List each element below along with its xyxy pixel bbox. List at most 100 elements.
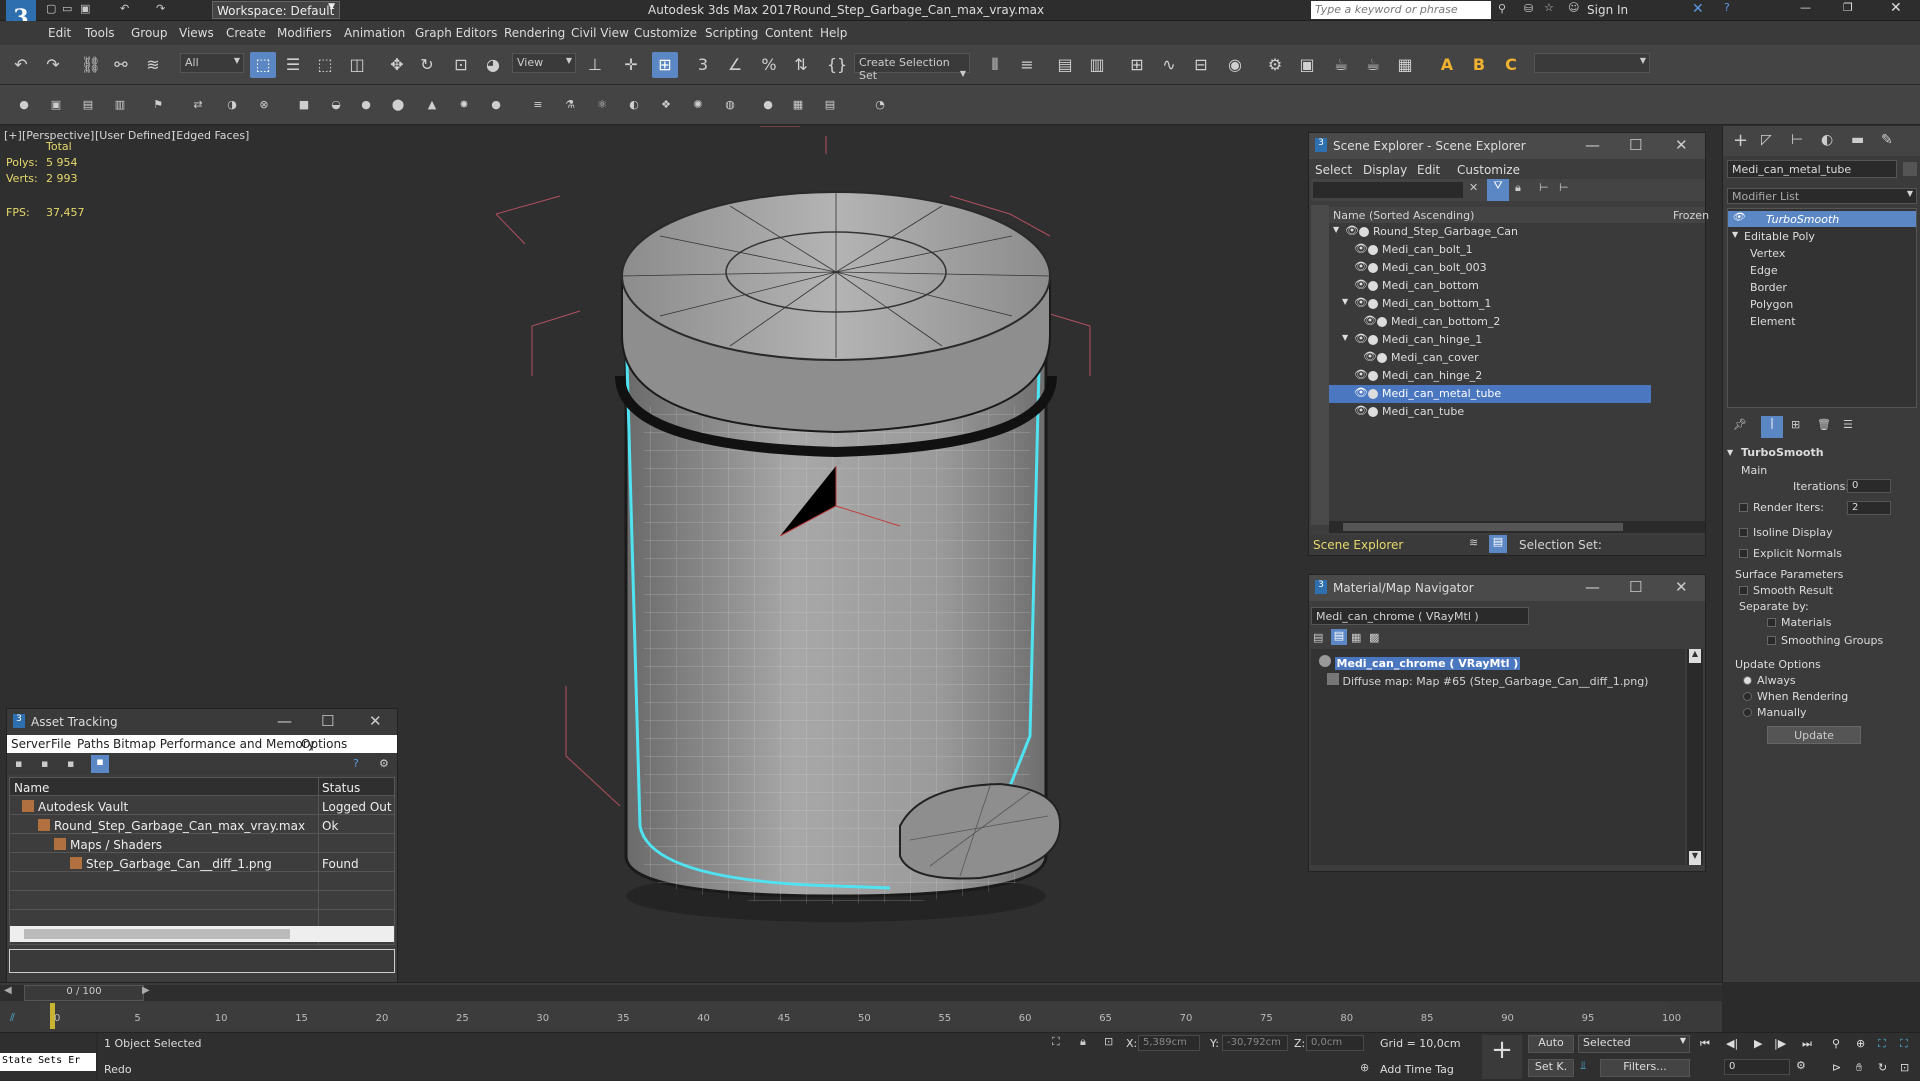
asset-col-name[interactable]: Name (14, 781, 49, 795)
filters-button[interactable]: Filters... (1600, 1059, 1690, 1077)
asset-menu-paths[interactable]: Paths (77, 737, 110, 751)
menu-civil-view[interactable]: Civil View (571, 26, 629, 40)
asset-path-field[interactable] (9, 949, 395, 973)
toolbar2-icon-18[interactable]: ⚛ (594, 97, 610, 113)
toolbar2-icon-8[interactable]: ⊗ (256, 97, 272, 113)
manually-radio[interactable] (1743, 708, 1752, 717)
rotate-icon[interactable]: ↻ (414, 52, 440, 78)
scene-menu-edit[interactable]: Edit (1417, 163, 1440, 177)
scene-search-input[interactable] (1313, 182, 1463, 198)
toolbar2-icon-2[interactable]: ▣ (48, 97, 64, 113)
menu-tools[interactable]: Tools (85, 26, 115, 40)
scene-explorer-title-bar[interactable]: 3 Scene Explorer - Scene Explorer — ☐ ✕ (1309, 133, 1705, 159)
toolbar2-icon-16[interactable]: ≡ (530, 97, 546, 113)
scene-item[interactable]: 👁︎ Medi_can_metal_tube (1329, 385, 1651, 403)
toolbar2-icon-11[interactable]: ● (358, 97, 374, 113)
pin-stack-icon[interactable]: 📌︎ (1733, 418, 1747, 431)
iterations-spinner[interactable]: 0 (1847, 479, 1891, 493)
expand-triangle-icon[interactable]: ▼ (1732, 230, 1738, 239)
modify-tab-icon[interactable]: ◸ (1761, 132, 1772, 148)
toolbar2-icon-1[interactable]: ● (16, 97, 32, 113)
asset-hscrollbar[interactable] (10, 926, 394, 942)
update-button[interactable]: Update (1767, 726, 1861, 744)
rendered-frame-icon[interactable]: ▣ (1294, 52, 1320, 78)
workspace-dropdown[interactable]: Workspace: Default ▼ (212, 1, 340, 19)
auto-key-button[interactable]: Auto (1528, 1035, 1574, 1053)
asset-menu-bitmap-performance-and-memory[interactable]: Bitmap Performance and Memory (113, 737, 315, 751)
asset-row[interactable]: Step_Garbage_Can__diff_1.png Found (10, 854, 394, 872)
key-filter-dropdown[interactable]: Selected ▼ (1578, 1035, 1690, 1053)
modifier-stack-item[interactable]: Border (1728, 279, 1916, 295)
modifier-eye-icon[interactable]: 👁︎ (1732, 212, 1745, 223)
asset-menu-server[interactable]: Server (11, 737, 50, 751)
select-by-name-icon[interactable]: ☰ (280, 52, 306, 78)
expand-triangle-icon[interactable]: ▼ (1342, 333, 1348, 342)
selection-set-dropdown[interactable]: Create Selection Set ▼ (854, 53, 970, 82)
maximize-icon[interactable]: ☐ (1629, 136, 1642, 154)
asset-row[interactable]: Autodesk Vault Logged Out ( (10, 797, 394, 815)
previous-frame-icon[interactable]: ◀| (1726, 1037, 1738, 1050)
asset-settings-icon[interactable]: ⚙ (379, 757, 389, 770)
rollout-toggle-icon[interactable]: ▼ (1727, 448, 1733, 457)
visibility-eye-icon[interactable]: 👁︎ (1354, 296, 1368, 309)
scrollbar-thumb[interactable] (24, 929, 290, 939)
scene-item[interactable]: 👁︎ Medi_can_bolt_003 (1329, 259, 1705, 277)
toolbar2-icon-23[interactable]: ● (760, 97, 776, 113)
render-toggle-icon[interactable] (1377, 317, 1387, 327)
select-manipulate-icon[interactable]: ✛ (618, 52, 644, 78)
modifier-stack-item[interactable]: ▼ Editable Poly (1728, 228, 1916, 244)
menu-content[interactable]: Content (765, 26, 813, 40)
menu-edit[interactable]: Edit (48, 26, 71, 40)
scene-menu-display[interactable]: Display (1363, 163, 1407, 177)
scene-item[interactable]: 👁︎ Medi_can_tube (1329, 403, 1705, 421)
track-bar-icon[interactable]: ⫽ (10, 1011, 15, 1025)
column-frozen-header[interactable]: Frozen (1673, 209, 1709, 222)
new-file-icon[interactable]: ▢ (46, 2, 56, 15)
save-file-icon[interactable]: ▣ (80, 2, 90, 15)
menu-help[interactable]: Help (820, 26, 847, 40)
undo-icon[interactable]: ↶ (120, 2, 129, 15)
spinner-snap-icon[interactable]: ⇅ (788, 52, 814, 78)
material-navigator-title-bar[interactable]: 3 Material/Map Navigator — ☐ ✕ (1309, 575, 1705, 601)
prev-frame-icon[interactable]: ◀ (4, 985, 12, 996)
toolbar2-icon-20[interactable]: ❖ (658, 97, 674, 113)
hierarchy-tab-icon[interactable]: ⊢ (1791, 132, 1803, 148)
render-toggle-icon[interactable] (1368, 389, 1378, 399)
lock-icon[interactable]: 🔒︎ (1515, 181, 1521, 195)
visibility-eye-icon[interactable]: 👁︎ (1345, 224, 1359, 237)
modifier-stack-item[interactable]: Element (1728, 313, 1916, 329)
modifier-stack-item[interactable]: Edge (1728, 262, 1916, 278)
close-icon[interactable]: ✕ (1675, 578, 1688, 596)
scene-item[interactable]: 👁︎ Medi_can_hinge_2 (1329, 367, 1705, 385)
asset-btn-1-icon[interactable]: ▪ (15, 757, 22, 770)
modifier-list-dropdown[interactable]: Modifier List ▼ (1727, 188, 1917, 204)
toolbar2-icon-5[interactable]: ⚑ (150, 97, 166, 113)
utilities-tab-icon[interactable]: ✎ (1881, 132, 1893, 148)
isolate-icon[interactable]: ⛶ (1052, 1035, 1060, 1049)
scene-explorer-footer-label[interactable]: Scene Explorer (1313, 538, 1403, 552)
scale-icon[interactable]: ⊡ (448, 52, 474, 78)
play-icon[interactable]: ▶ (1754, 1037, 1762, 1050)
z-coordinate-field[interactable]: 0,0cm (1306, 1035, 1364, 1051)
toolbar2-icon-6[interactable]: ⇄ (190, 97, 206, 113)
minimize-icon[interactable]: — (1585, 578, 1600, 596)
open-file-icon[interactable]: ▭ (62, 2, 72, 15)
percent-snap-icon[interactable]: % (756, 52, 782, 78)
scroll-down-icon[interactable]: ▼ (1689, 851, 1701, 865)
sign-in-link[interactable]: Sign In (1587, 3, 1628, 17)
curve-editor-icon[interactable]: ∿ (1156, 52, 1182, 78)
search-input[interactable]: Type a keyword or phrase (1311, 1, 1491, 19)
asset-btn-4-icon[interactable]: ▪ (91, 755, 109, 773)
next-frame-icon[interactable]: |▶ (1774, 1037, 1786, 1050)
minimize-icon[interactable]: — (1800, 1, 1811, 14)
region-select-icon[interactable]: ⬚ (312, 52, 338, 78)
render-toggle-icon[interactable] (1368, 335, 1378, 345)
remove-modifier-icon[interactable]: 🗑︎ (1817, 418, 1831, 431)
object-name-field[interactable]: Medi_can_metal_tube (1727, 160, 1897, 178)
zoom-all-icon[interactable]: ⊕ (1856, 1037, 1865, 1050)
toolbar2-icon-7[interactable]: ◑ (224, 97, 240, 113)
mirror-icon[interactable]: ⫴ (982, 52, 1008, 78)
set-key-big-icon[interactable]: + (1482, 1035, 1522, 1079)
star-icon[interactable]: ☆ (1544, 1, 1554, 14)
visibility-eye-icon[interactable]: 👁︎ (1354, 260, 1368, 273)
